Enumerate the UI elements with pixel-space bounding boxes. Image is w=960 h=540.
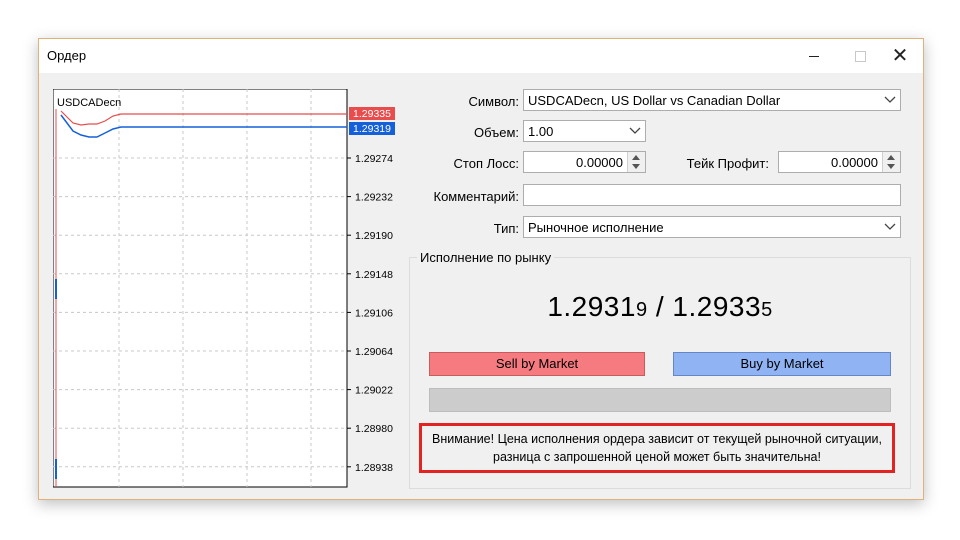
takeprofit-label: Тейк Профит: [686,156,769,171]
tick-label: 1.29232 [355,192,393,204]
tick-label: 1.28938 [355,462,393,474]
chevron-down-icon [884,96,896,103]
close-button[interactable]: ✕ [877,39,923,73]
arrow-down-icon [632,164,640,169]
tick-label: 1.28980 [355,423,393,435]
comment-label: Комментарий: [433,189,520,204]
price-axis: 1.29274 1.29232 1.29190 1.29148 1.29106 1.290… [347,153,393,474]
stoploss-spinner[interactable]: 0.00000 [523,151,646,173]
order-type-value: Рыночное исполнение [528,220,664,235]
bid-ask-display: 1.29319 / 1.29335 [409,291,911,323]
price-chart: USDCADecn 1.29335 1.29319 1.29274 1.29232… [52,88,395,489]
volume-value: 1.00 [528,124,554,139]
minimize-button[interactable] [791,39,837,73]
bid-price-pip: 9 [635,299,648,321]
tick-label: 1.29022 [355,385,393,397]
bid-price-tag-text: 1.29319 [353,123,391,135]
chart-svg: USDCADecn 1.29335 1.29319 1.29274 1.29232… [52,88,395,488]
warning-line-1: Внимание! Цена исполнения ордера зависит… [432,432,882,446]
title-bar: Ордер ✕ [39,39,923,73]
symbol-value: USDCADecn, US Dollar vs Canadian Dollar [528,93,781,108]
order-progress-bar [429,388,891,412]
minimize-icon [809,56,819,57]
buy-by-market-button[interactable]: Buy by Market [673,352,891,376]
chart-frame [52,88,348,488]
takeprofit-value: 0.00000 [831,155,878,170]
close-icon: ✕ [891,45,909,67]
type-label: Тип: [493,221,519,236]
symbol-label: Символ: [468,94,520,109]
execution-warning: Внимание! Цена исполнения ордера зависит… [419,423,895,473]
tick-label: 1.29274 [355,153,393,165]
warning-line-2: разница с запрошенной ценой может быть з… [493,450,821,464]
tick-label: 1.29190 [355,230,393,242]
maximize-icon [855,51,866,62]
volume-combobox[interactable]: 1.00 [523,120,646,142]
chevron-down-icon [629,127,641,134]
chevron-down-icon [884,223,896,230]
arrow-up-icon [887,155,895,160]
symbol-select[interactable]: USDCADecn, US Dollar vs Canadian Dollar [523,89,901,111]
stoploss-label: Стоп Лосс: [453,156,519,171]
tick-label: 1.29148 [355,269,393,281]
ask-price-main: 1.2933 [672,291,762,322]
window-title: Ордер [47,48,87,63]
chart-symbol: USDCADecn [57,97,121,109]
takeprofit-spinner[interactable]: 0.00000 [778,151,901,173]
sell-by-market-button[interactable]: Sell by Market [429,352,645,376]
order-dialog: Ордер ✕ USDCADecn 1.29335 1.29319 1.2927… [38,38,924,500]
market-execution-title: Исполнение по рынку [417,250,555,265]
ask-price-tag-text: 1.29335 [353,108,391,120]
stoploss-value: 0.00000 [576,155,623,170]
takeprofit-stepper[interactable] [882,152,900,172]
tick-label: 1.29106 [355,307,393,319]
volume-label: Объем: [473,125,519,140]
comment-input[interactable] [523,184,901,206]
arrow-up-icon [632,155,640,160]
bid-price-main: 1.2931 [547,291,636,322]
order-type-select[interactable]: Рыночное исполнение [523,216,901,238]
tick-label: 1.29064 [355,346,393,358]
ask-price-pip: 5 [761,299,773,321]
stoploss-stepper[interactable] [627,152,645,172]
price-separator: / [647,291,673,322]
arrow-down-icon [887,164,895,169]
